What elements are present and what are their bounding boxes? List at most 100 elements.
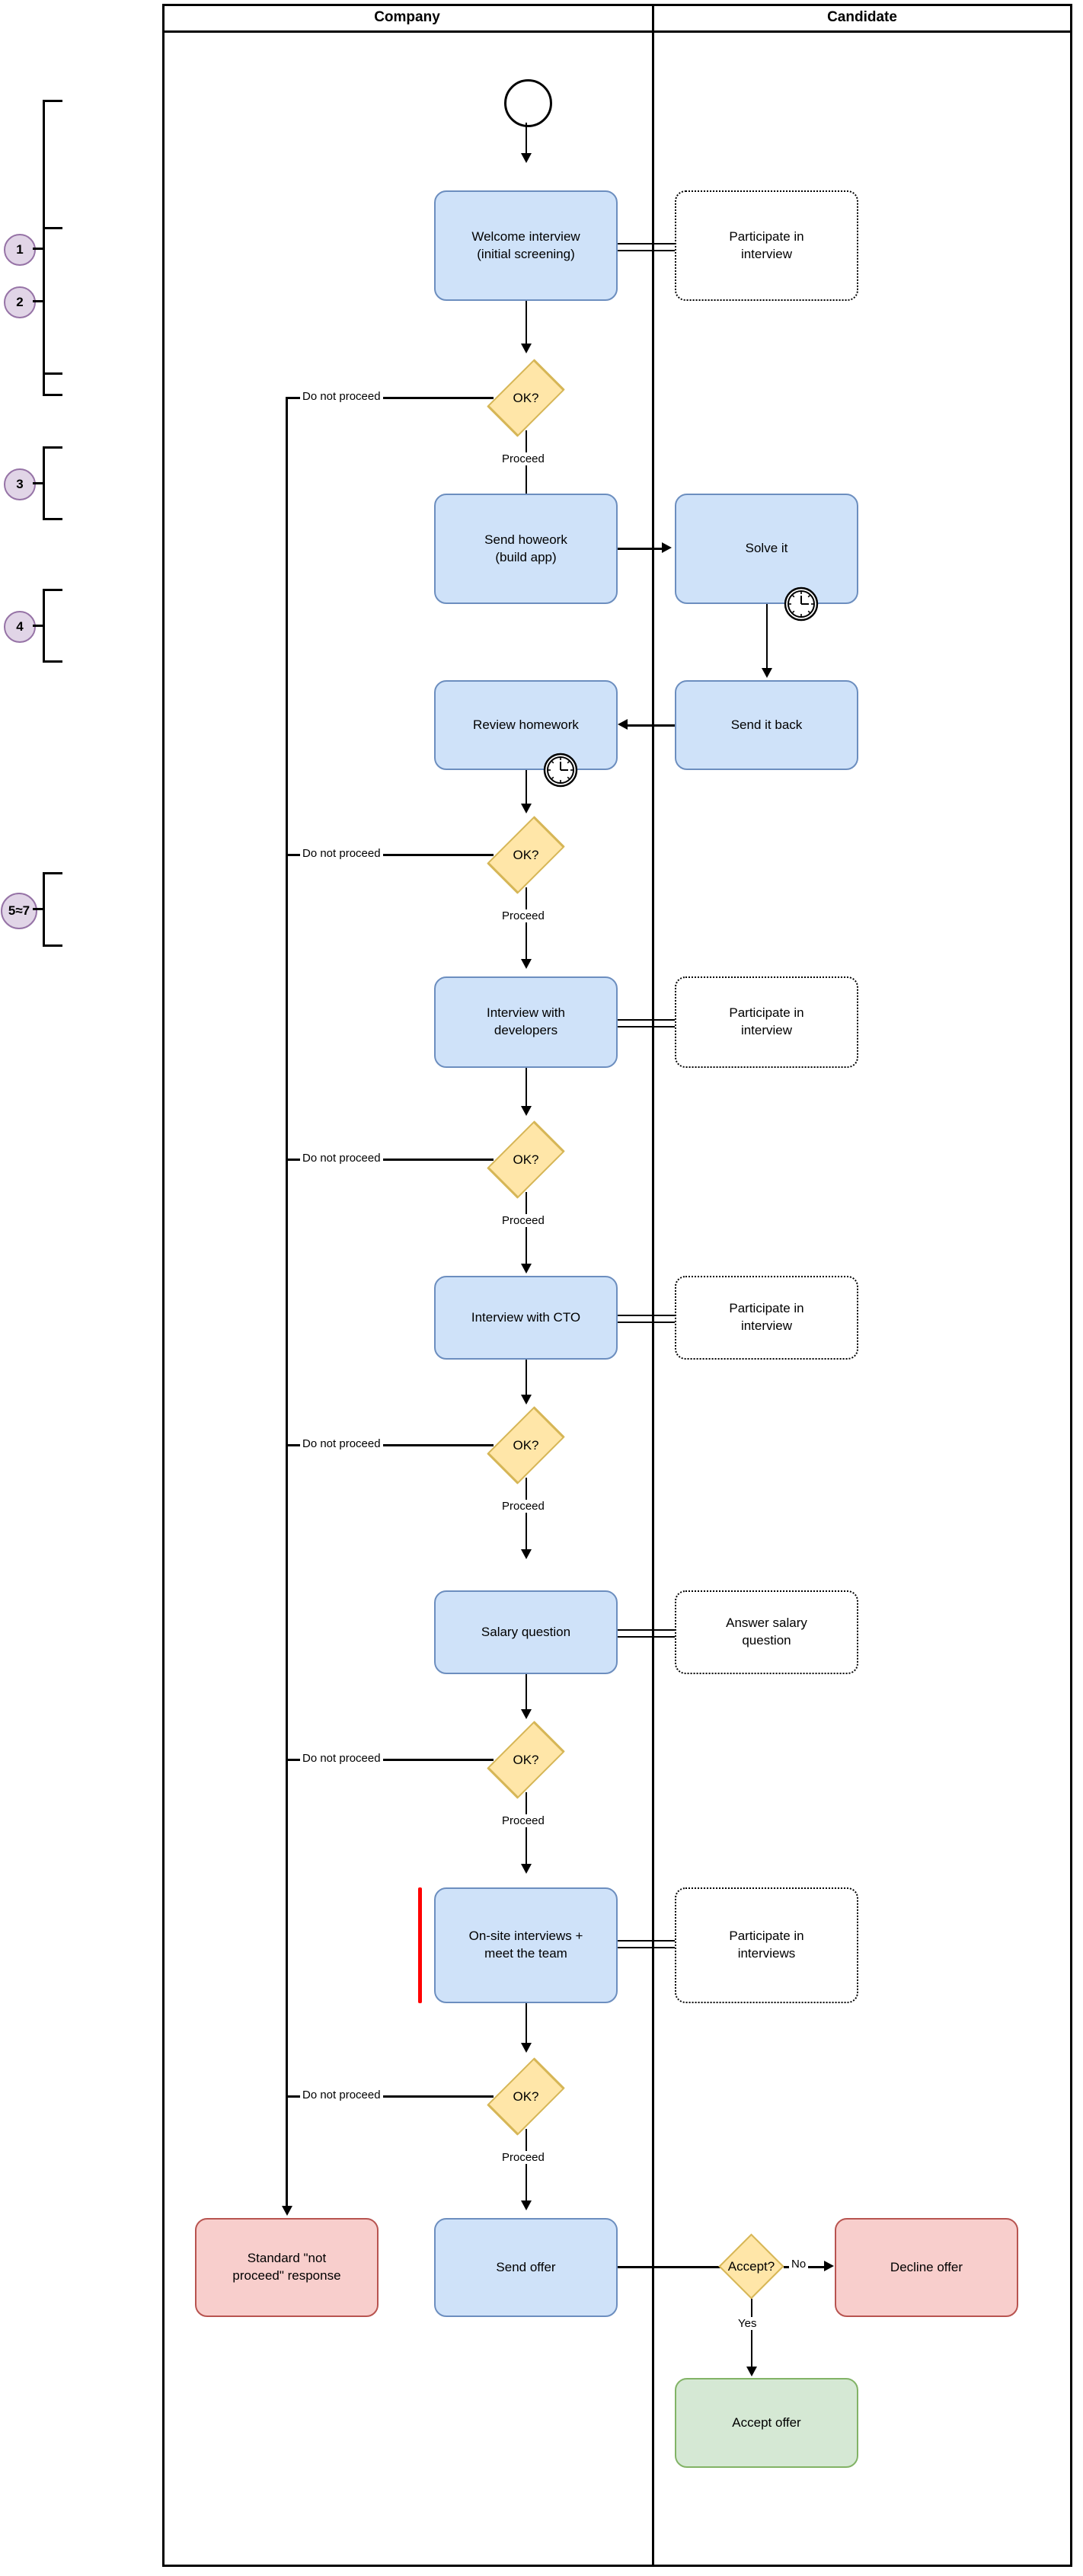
highlight-bar-onsite [418, 1887, 422, 2003]
task-not-proceed-line1: Standard "not [247, 2251, 327, 2266]
flow-ok3-proceed [526, 1192, 527, 1268]
task-participate-in-interview-1[interactable]: Participate in interview [675, 190, 858, 301]
task-interview-with-cto[interactable]: Interview with CTO [434, 1276, 618, 1360]
arrowhead-ok6-proceed [521, 2200, 532, 2210]
arrowhead-sendback-to-review [618, 719, 628, 730]
step-bracket-stem-2 [33, 300, 45, 302]
flow-salary-to-ok5 [526, 1674, 527, 1712]
gateway-ok-1[interactable]: OK? [487, 359, 565, 437]
task-participate-4-line1: Participate in [729, 1929, 804, 1944]
edge-label-proceed-4: Proceed [500, 1500, 547, 1513]
task-decline-offer[interactable]: Decline offer [835, 2218, 1018, 2317]
arrowhead-salary-to-ok5 [521, 1709, 532, 1719]
gateway-accept[interactable]: Accept? [718, 2233, 784, 2300]
task-participate-4-line2: interviews [737, 1946, 796, 1961]
task-standard-not-proceed-response[interactable]: Standard "not proceed" response [195, 2218, 379, 2317]
task-interview-devs-line1: Interview with [487, 1005, 565, 1021]
task-welcome-interview[interactable]: Welcome interview (initial screening) [434, 190, 618, 301]
flow-onsite-to-ok6 [526, 2003, 527, 2046]
task-answer-salary-line1: Answer salary [726, 1616, 807, 1631]
task-not-proceed-line2: proceed" response [232, 2268, 341, 2283]
task-send-offer-label: Send offer [496, 2259, 556, 2274]
arrowhead-onsite-to-ok6 [521, 2043, 532, 2053]
step-marker-1-label: 1 [16, 242, 24, 257]
flow-ok4-proceed [526, 1478, 527, 1554]
arrowhead-accept-yes [746, 2367, 757, 2376]
task-send-homework-line1: Send howeork [484, 532, 567, 547]
task-participate-3-line2: interview [740, 1318, 793, 1333]
task-welcome-interview-line1: Welcome interview [471, 229, 580, 244]
step-bracket-5-7 [43, 872, 62, 947]
flow-start-to-welcome [526, 123, 527, 156]
task-accept-offer-label: Accept offer [732, 2415, 801, 2430]
task-onsite-line1: On-site interviews + [468, 1929, 583, 1944]
step-marker-5-7-label: 5≈7 [8, 903, 30, 918]
gateway-ok-4[interactable]: OK? [487, 1406, 565, 1485]
gateway-ok-2[interactable]: OK? [487, 816, 565, 894]
association-devs-participate [618, 1019, 675, 1028]
gateway-ok-3-label: OK? [513, 1152, 539, 1167]
task-review-homework[interactable]: Review homework [434, 680, 618, 770]
arrowhead-start-to-welcome [521, 153, 532, 163]
flowchart-canvas: Company Candidate 1 2 3 4 5≈7 Welcome in… [0, 0, 1083, 2576]
task-solve-it[interactable]: Solve it [675, 494, 858, 604]
association-welcome-participate [618, 243, 675, 251]
arrowhead-ok3-proceed [521, 1264, 532, 1274]
flow-solve-to-sendback [766, 604, 768, 671]
association-salary-answer [618, 1629, 675, 1638]
task-onsite-line2: meet the team [484, 1946, 567, 1961]
task-accept-offer[interactable]: Accept offer [675, 2378, 858, 2468]
task-participate-in-interview-2[interactable]: Participate in interview [675, 976, 858, 1068]
step-marker-3: 3 [4, 468, 36, 500]
step-bracket-stem-3 [33, 482, 45, 484]
flow-cto-to-ok4 [526, 1360, 527, 1398]
arrowhead-reject-rail [282, 2206, 292, 2216]
task-onsite-interviews[interactable]: On-site interviews + meet the team [434, 1887, 618, 2003]
step-bracket-3 [43, 446, 62, 520]
step-bracket-4 [43, 589, 62, 663]
arrowhead-accept-no [824, 2261, 834, 2271]
step-marker-4-label: 4 [16, 619, 24, 634]
arrowhead-ok5-proceed [521, 1864, 532, 1874]
reject-rail-vertical [286, 397, 288, 2209]
task-interview-cto-label: Interview with CTO [471, 1309, 581, 1325]
gateway-ok-1-label: OK? [513, 390, 539, 405]
task-answer-salary-line2: question [742, 1633, 791, 1648]
lane-header-company: Company [162, 4, 652, 33]
task-send-homework[interactable]: Send howeork (build app) [434, 494, 618, 604]
step-marker-1: 1 [4, 234, 36, 266]
edge-label-proceed-5: Proceed [500, 1814, 547, 1827]
gateway-ok-6[interactable]: OK? [487, 2057, 565, 2136]
timer-icon-review-homework [543, 753, 578, 788]
task-participate-3-line1: Participate in [729, 1301, 804, 1316]
task-participate-1-line2: interview [740, 246, 793, 261]
task-participate-in-interviews-4[interactable]: Participate in interviews [675, 1887, 858, 2003]
task-interview-with-developers[interactable]: Interview with developers [434, 976, 618, 1068]
edge-label-proceed-3: Proceed [500, 1214, 547, 1227]
task-participate-1-line1: Participate in [729, 229, 804, 244]
task-participate-in-interview-3[interactable]: Participate in interview [675, 1276, 858, 1360]
task-salary-question[interactable]: Salary question [434, 1590, 618, 1674]
task-send-offer[interactable]: Send offer [434, 2218, 618, 2317]
gateway-ok-4-label: OK? [513, 1437, 539, 1453]
edge-label-proceed-1: Proceed [500, 452, 547, 465]
gateway-ok-6-label: OK? [513, 2089, 539, 2104]
arrowhead-welcome-to-ok1 [521, 344, 532, 353]
gateway-ok-2-label: OK? [513, 847, 539, 862]
task-send-it-back[interactable]: Send it back [675, 680, 858, 770]
edge-label-proceed-6: Proceed [500, 2151, 547, 2164]
gateway-ok-3[interactable]: OK? [487, 1120, 565, 1199]
flow-homework-to-solve [618, 548, 663, 550]
arrowhead-ok4-proceed [521, 1549, 532, 1559]
edge-label-proceed-2: Proceed [500, 909, 547, 922]
edge-label-do-not-proceed-4: Do not proceed [300, 1437, 383, 1450]
arrowhead-devs-to-ok3 [521, 1106, 532, 1116]
lane-header-candidate: Candidate [652, 4, 1072, 33]
gateway-ok-5[interactable]: OK? [487, 1721, 565, 1799]
step-marker-2-label: 2 [16, 295, 24, 309]
task-participate-2-line2: interview [740, 1023, 793, 1037]
gateway-ok-5-label: OK? [513, 1752, 539, 1767]
task-answer-salary-question[interactable]: Answer salary question [675, 1590, 858, 1674]
flow-offer-to-accept [618, 2266, 731, 2268]
task-solve-it-label: Solve it [745, 541, 788, 556]
